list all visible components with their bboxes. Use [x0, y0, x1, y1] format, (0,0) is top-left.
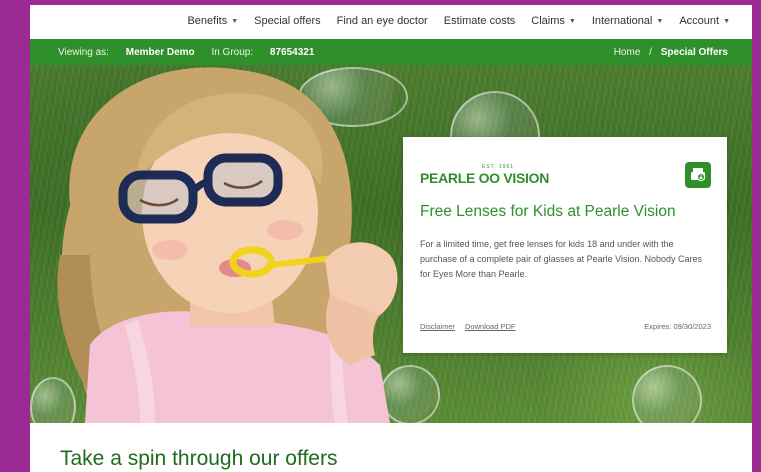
- nav-special-offers[interactable]: Special offers: [254, 15, 320, 27]
- breadcrumb-home[interactable]: Home: [614, 47, 641, 58]
- offer-expiration: Expires: 09/30/2023: [644, 322, 711, 331]
- member-bar: Viewing as: Member Demo In Group: 876543…: [30, 39, 752, 65]
- pearle-vision-logo: EST. 1961 PEARLE OO VISION: [420, 164, 549, 186]
- nav-claims-label: Claims: [531, 15, 565, 27]
- download-pdf-link[interactable]: Download PDF: [465, 322, 515, 331]
- offer-brand-row: EST. 1961 PEARLE OO VISION: [420, 155, 711, 195]
- group-label: In Group:: [211, 46, 254, 58]
- offer-footer: Disclaimer Download PDF Expires: 09/30/2…: [420, 322, 711, 331]
- girl-with-bubble-wand-image: [57, 67, 398, 423]
- group-info: In Group: 87654321: [211, 47, 314, 58]
- chevron-down-icon: ▼: [568, 17, 576, 25]
- section-title: Take a spin through our offers: [60, 447, 338, 470]
- nav-benefits-label: Benefits: [187, 15, 228, 27]
- nav-claims[interactable]: Claims ▼: [531, 15, 576, 27]
- brand-name: PEARLE OO VISION: [420, 170, 549, 186]
- printer-download-icon[interactable]: [685, 162, 711, 188]
- member-name: Member Demo: [125, 46, 195, 58]
- nav-international[interactable]: International ▼: [592, 15, 663, 27]
- nav-estimate-costs[interactable]: Estimate costs: [444, 15, 516, 27]
- nav-account-label: Account: [679, 15, 720, 27]
- group-number: 87654321: [269, 46, 315, 58]
- disclaimer-link[interactable]: Disclaimer: [420, 322, 455, 331]
- offer-description: For a limited time, get free lenses for …: [420, 239, 702, 279]
- page: Benefits ▼ Special offers Find an eye do…: [30, 5, 752, 472]
- breadcrumb-separator: /: [649, 46, 652, 58]
- viewing-as-label: Viewing as:: [58, 46, 109, 58]
- breadcrumb: Home / Special Offers: [614, 47, 728, 58]
- offer-title: Free Lenses for Kids at Pearle Vision: [420, 203, 676, 220]
- nav-benefits[interactable]: Benefits ▼: [187, 15, 238, 27]
- member-info: Viewing as: Member Demo In Group: 876543…: [58, 47, 328, 58]
- chevron-down-icon: ▼: [231, 17, 239, 25]
- offer-card: EST. 1961 PEARLE OO VISION Free Lenses f…: [403, 137, 727, 353]
- nav-international-label: International: [591, 15, 653, 27]
- top-navigation: Benefits ▼ Special offers Find an eye do…: [30, 5, 752, 37]
- hero-banner: EST. 1961 PEARLE OO VISION Free Lenses f…: [30, 65, 752, 423]
- breadcrumb-current: Special Offers: [660, 46, 728, 58]
- chevron-down-icon: ▼: [723, 17, 730, 25]
- nav-estimate-costs-label: Estimate costs: [443, 15, 516, 27]
- nav-special-offers-label: Special offers: [254, 15, 321, 27]
- chevron-down-icon: ▼: [656, 17, 664, 25]
- viewing-as: Viewing as: Member Demo: [58, 47, 197, 58]
- nav-account[interactable]: Account ▼: [679, 15, 730, 27]
- nav-find-eye-doctor-label: Find an eye doctor: [336, 15, 428, 27]
- nav-find-eye-doctor[interactable]: Find an eye doctor: [337, 15, 428, 27]
